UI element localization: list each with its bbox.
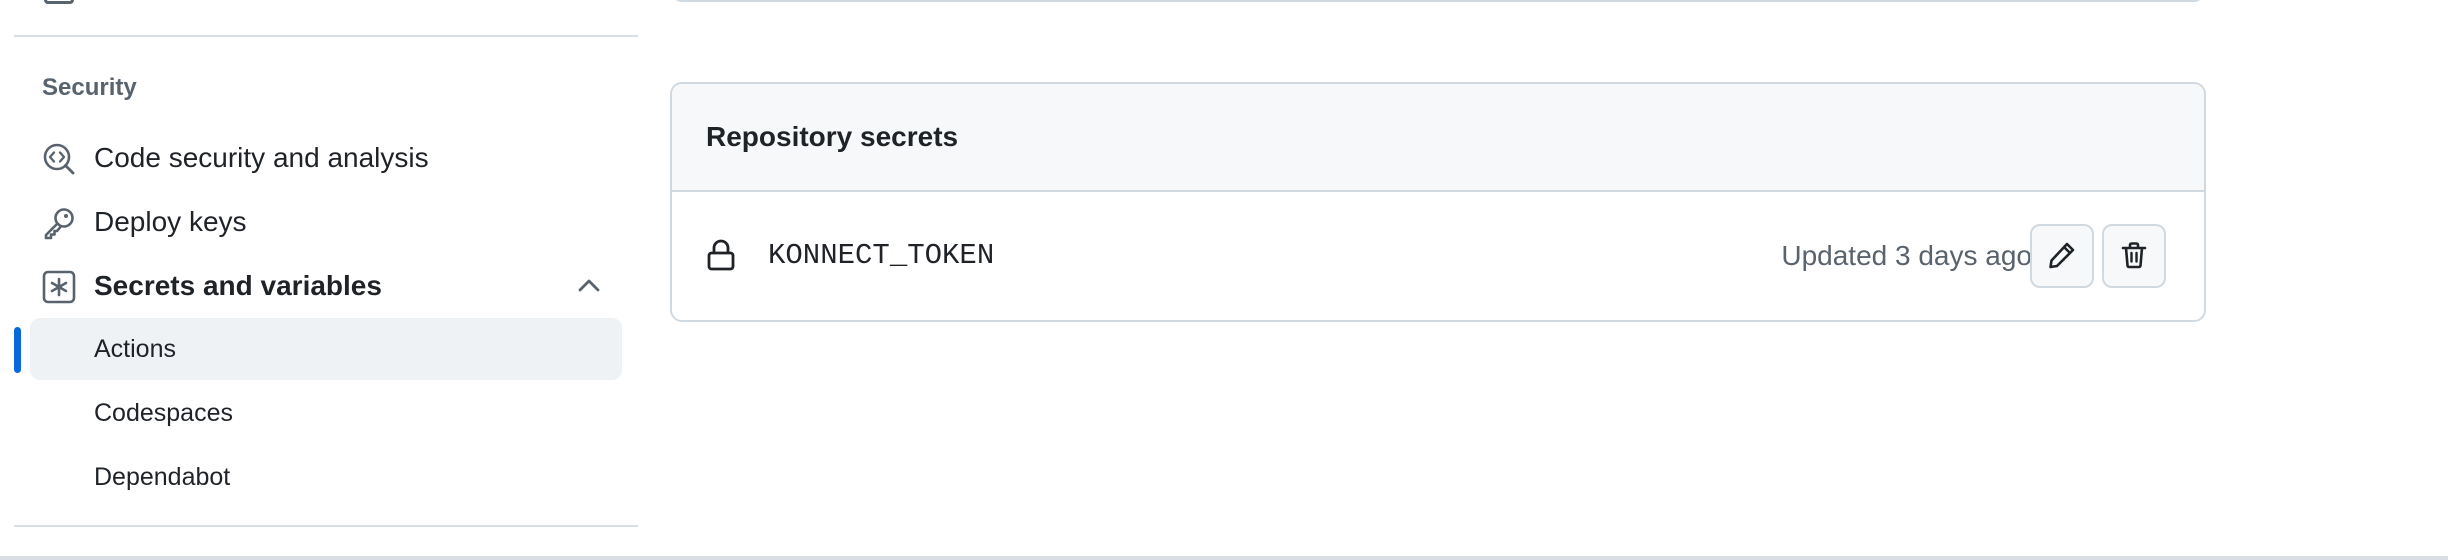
sidebar-section-heading: Security [42,74,137,101]
sidebar-item-secrets-and-variables[interactable]: Secrets and variables [30,256,622,316]
repository-secrets-title: Repository secrets [706,121,959,152]
trash-icon [2119,240,2149,273]
partial-sidebar-icon [44,0,74,4]
secret-row: KONNECT_TOKEN Updated 3 days ago [672,192,2204,320]
secret-name: KONNECT_TOKEN [768,239,995,272]
sidebar-item-label: Deploy keys [94,206,247,237]
sidebar-divider [14,35,638,37]
sidebar-subitem-dependabot[interactable]: Dependabot [30,446,622,508]
sidebar-item-deploy-keys[interactable]: Deploy keys [30,192,622,252]
repository-secrets-box: Repository secrets KONNECT_TOKEN Updated… [670,82,2206,322]
sidebar-subitem-label: Codespaces [94,399,233,427]
sidebar-item-label: Code security and analysis [94,142,429,173]
settings-page: Security Code security and analysis Depl… [0,0,2448,560]
sidebar-subitem-codespaces[interactable]: Codespaces [30,382,622,444]
active-item-indicator [14,327,21,373]
secret-updated-time: Updated 3 days ago [1781,240,2032,271]
codescan-icon [42,142,76,176]
asterisk-icon [42,270,76,304]
sidebar-subitem-label: Actions [94,335,176,363]
lock-icon [706,238,736,272]
delete-secret-button[interactable] [2102,224,2166,288]
sidebar-divider [14,525,638,527]
sidebar-item-label: Secrets and variables [94,270,382,301]
sidebar-item-code-security[interactable]: Code security and analysis [30,128,622,188]
edit-secret-button[interactable] [2030,224,2094,288]
sidebar-subitem-label: Dependabot [94,463,231,491]
repository-secrets-header: Repository secrets [672,84,2204,192]
pencil-icon [2047,240,2077,273]
page-bottom-border [0,556,2448,560]
key-icon [42,206,76,240]
sidebar-subitem-actions[interactable]: Actions [30,318,622,380]
settings-sidebar: Security Code security and analysis Depl… [0,0,640,560]
previous-section-box [672,0,2204,2]
chevron-up-icon[interactable] [575,272,603,300]
